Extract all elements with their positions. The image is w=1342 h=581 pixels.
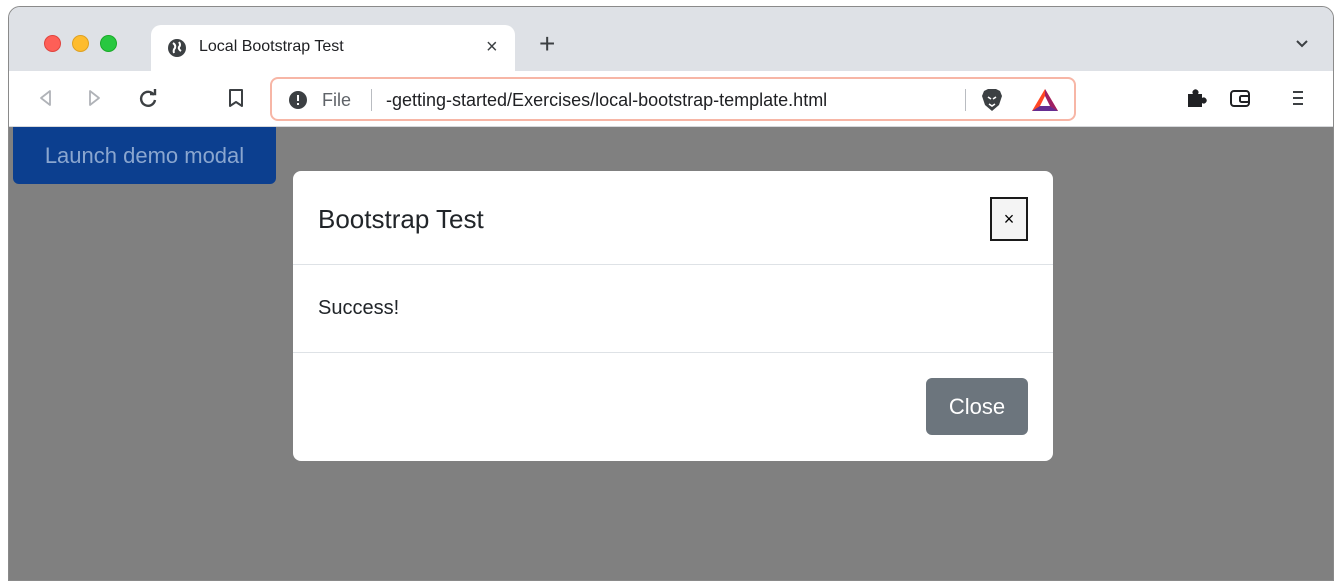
chevron-down-icon[interactable] bbox=[1292, 33, 1312, 53]
launch-demo-modal-button[interactable]: Launch demo modal bbox=[13, 127, 276, 184]
modal-body: Success! bbox=[293, 266, 1053, 353]
browser-toolbar: File -getting-started/Exercises/local-bo… bbox=[9, 71, 1333, 127]
modal-dialog: Bootstrap Test × Success! Close bbox=[293, 171, 1053, 461]
scheme-label: File bbox=[322, 90, 352, 110]
tab-strip: Local Bootstrap Test × + bbox=[9, 7, 1333, 71]
address-separator bbox=[371, 89, 372, 111]
window-close-button[interactable] bbox=[44, 35, 61, 52]
bookmark-icon[interactable] bbox=[223, 85, 249, 111]
menu-icon[interactable] bbox=[1285, 85, 1311, 111]
puzzle-icon[interactable] bbox=[1183, 85, 1209, 111]
browser-window: Local Bootstrap Test × + File -getting-s… bbox=[8, 6, 1334, 581]
modal-close-button[interactable]: Close bbox=[926, 378, 1028, 435]
forward-icon[interactable] bbox=[81, 85, 107, 111]
window-zoom-button[interactable] bbox=[100, 35, 117, 52]
tab-local-bootstrap-test[interactable]: Local Bootstrap Test × bbox=[151, 25, 515, 71]
brave-lion-icon[interactable] bbox=[979, 87, 1005, 113]
info-icon[interactable] bbox=[288, 90, 308, 110]
globe-icon bbox=[168, 39, 186, 57]
modal-header: Bootstrap Test × bbox=[293, 171, 1053, 265]
address-separator bbox=[965, 89, 966, 111]
modal-body-text: Success! bbox=[318, 297, 400, 319]
wallet-icon[interactable] bbox=[1227, 85, 1253, 111]
address-bar[interactable]: File -getting-started/Exercises/local-bo… bbox=[270, 77, 1076, 121]
reload-icon[interactable] bbox=[135, 85, 161, 111]
modal-close-icon[interactable]: × bbox=[990, 197, 1028, 241]
modal-title: Bootstrap Test bbox=[318, 204, 484, 234]
bat-triangle-icon[interactable] bbox=[1031, 87, 1059, 113]
tab-title: Local Bootstrap Test bbox=[199, 38, 344, 55]
back-icon[interactable] bbox=[33, 85, 59, 111]
tab-close-icon[interactable]: × bbox=[486, 36, 498, 58]
window-minimize-button[interactable] bbox=[72, 35, 89, 52]
page-viewport: Launch demo modal Bootstrap Test × Succe… bbox=[9, 127, 1333, 580]
new-tab-button[interactable]: + bbox=[539, 29, 555, 59]
url-text[interactable]: -getting-started/Exercises/local-bootstr… bbox=[386, 90, 827, 111]
